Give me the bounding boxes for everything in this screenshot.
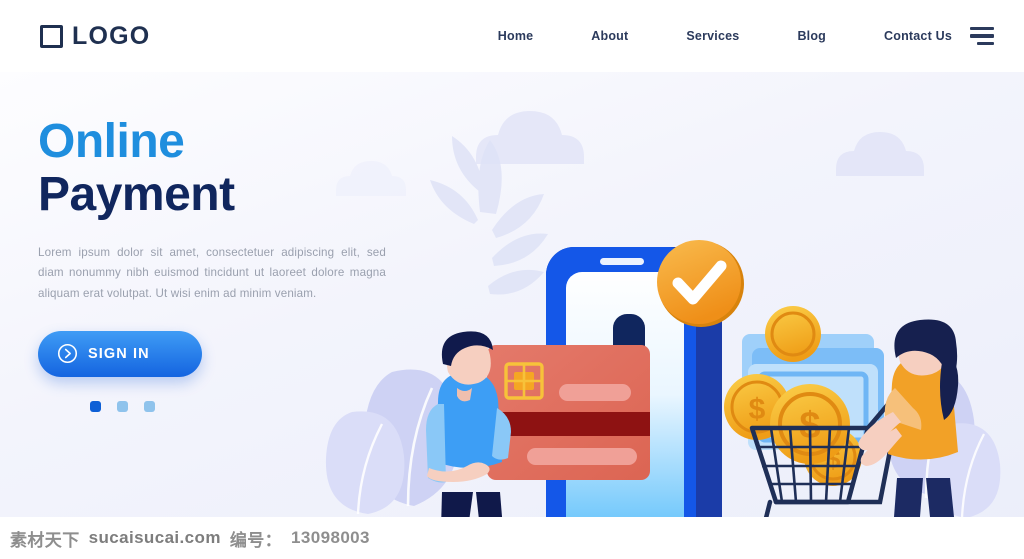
- nav-item-about[interactable]: About: [591, 29, 628, 43]
- page-title-line-2: Payment: [38, 167, 235, 221]
- credit-card: [487, 345, 650, 480]
- sign-in-button[interactable]: SIGN IN: [38, 330, 202, 377]
- landing-page: LOGO Home About Services Blog Contact Us: [0, 0, 1024, 559]
- page-title-line-1: Online: [38, 115, 185, 168]
- watermark-id-value: 13098003: [291, 528, 370, 547]
- carousel-dots: [90, 400, 398, 412]
- hero-paragraph: Lorem ipsum dolor sit amet, consectetuer…: [38, 245, 386, 301]
- watermark-site: sucaisucai.com: [88, 528, 221, 547]
- hamburger-bar: [970, 26, 994, 31]
- carousel-dot-1[interactable]: [90, 400, 101, 412]
- nav-item-home[interactable]: Home: [498, 29, 534, 43]
- hamburger-menu-icon[interactable]: [970, 26, 994, 46]
- sign-in-label: SIGN IN: [88, 345, 150, 362]
- logo[interactable]: LOGO: [40, 24, 150, 49]
- svg-text:$: $: [749, 393, 766, 426]
- cloud-decorations: [336, 111, 924, 196]
- hero-section: $ $ $ Online Payment Lorem ipsum dolor s…: [0, 72, 1024, 559]
- hero-copy: Online Payment Lorem ipsum dolor sit ame…: [38, 115, 398, 412]
- watermark-site-cn: 素材天下: [10, 530, 80, 550]
- hamburger-bar: [970, 34, 994, 38]
- nav-item-contact-us[interactable]: Contact Us: [884, 29, 952, 43]
- nav-item-services[interactable]: Services: [686, 29, 739, 43]
- watermark-id-label: 编号：: [229, 530, 283, 550]
- square-outline-icon: [40, 25, 63, 48]
- carousel-dot-3[interactable]: [144, 400, 155, 412]
- site-header: LOGO Home About Services Blog Contact Us: [0, 0, 1024, 72]
- carousel-dot-2[interactable]: [117, 400, 128, 412]
- logo-text: LOGO: [72, 22, 151, 50]
- main-navigation: Home About Services Blog Contact Us: [498, 29, 952, 43]
- watermark-bar: 素材天下 sucaisucai.com 编号： 13098003: [0, 517, 1024, 559]
- hamburger-bar: [977, 41, 994, 46]
- nav-item-blog[interactable]: Blog: [797, 29, 826, 43]
- circle-arrow-right-icon: [57, 343, 78, 364]
